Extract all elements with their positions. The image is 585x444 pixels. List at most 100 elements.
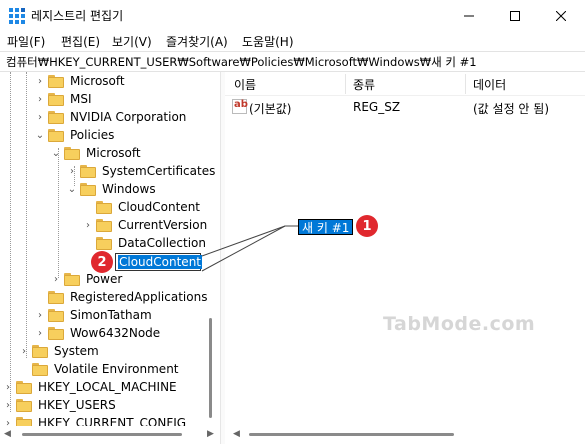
tree-item[interactable]: › CurrentVersion: [0, 217, 220, 235]
folder-icon: [48, 75, 64, 88]
chevron-right-icon[interactable]: ›: [35, 112, 45, 124]
menu-edit[interactable]: 편집(E): [61, 33, 100, 50]
maximize-button[interactable]: [492, 0, 538, 31]
string-value-icon: ab: [232, 99, 248, 114]
table-row[interactable]: ab (기본값) REG_SZ (값 설정 안 됨): [225, 98, 585, 116]
folder-icon: [48, 111, 64, 124]
chevron-down-icon[interactable]: ⌄: [51, 148, 61, 160]
menu-favorites[interactable]: 즐겨찾기(A): [166, 33, 228, 50]
folder-icon: [32, 345, 48, 358]
tree-item[interactable]: ⌄ Microsoft: [0, 145, 220, 163]
tree-item[interactable]: Volatile Environment: [0, 361, 220, 379]
tree-item[interactable]: › HKEY_USERS: [0, 397, 220, 415]
chevron-right-icon[interactable]: ›: [35, 328, 45, 340]
folder-icon: [96, 219, 112, 232]
tree-item[interactable]: RegisteredApplications: [0, 289, 220, 307]
header-divider: [225, 95, 585, 96]
tree-item[interactable]: › HKEY_LOCAL_MACHINE: [0, 379, 220, 397]
tree-vertical-scrollbar[interactable]: [209, 318, 212, 418]
value-data: (값 설정 안 됨): [473, 102, 550, 116]
chevron-right-icon[interactable]: ›: [35, 76, 45, 88]
registry-editor-window: 레지스트리 편집기 파일(F) 편집(E) 보기(V) 즐겨찾기(A) 도움말(…: [0, 0, 585, 444]
column-separator[interactable]: [465, 74, 466, 94]
folder-icon: [96, 201, 112, 214]
chevron-right-icon[interactable]: ›: [19, 346, 29, 358]
close-button[interactable]: [538, 0, 584, 31]
folder-icon: [48, 309, 64, 322]
folder-icon: [48, 291, 64, 304]
tree-item-label: Policies: [70, 128, 115, 142]
folder-icon: [48, 129, 64, 142]
folder-icon: [80, 165, 96, 178]
tree-item-label: Microsoft: [70, 74, 125, 88]
tree-item-label: Volatile Environment: [54, 362, 179, 376]
scrollbar-thumb[interactable]: [22, 433, 182, 436]
menu-help[interactable]: 도움말(H): [242, 33, 294, 50]
column-separator[interactable]: [345, 74, 346, 94]
tree-item-label: DataCollection: [118, 236, 207, 250]
menu-file[interactable]: 파일(F): [7, 33, 45, 50]
tree-item-label: HKEY_USERS: [38, 398, 116, 412]
menu-view[interactable]: 보기(V): [112, 33, 152, 50]
tree-item-label: MSI: [70, 92, 92, 106]
tree-item[interactable]: › Microsoft: [0, 73, 220, 91]
tree-item[interactable]: › MSI: [0, 91, 220, 109]
minimize-icon: [464, 15, 474, 16]
column-header-type[interactable]: 종류: [353, 76, 375, 93]
tree-item[interactable]: › Power: [0, 271, 220, 289]
scrollbar-thumb[interactable]: [249, 433, 454, 436]
tree-item-label: HKEY_LOCAL_MACHINE: [38, 380, 177, 394]
tree-item[interactable]: CloudContent: [0, 199, 220, 217]
chevron-right-icon[interactable]: ›: [67, 166, 77, 178]
tree-horizontal-scrollbar[interactable]: ◀ ▶: [0, 426, 220, 444]
tree-item[interactable]: ⌄ Policies: [0, 127, 220, 145]
title-bar: 레지스트리 편집기: [0, 0, 585, 31]
tree-item-label: Windows: [102, 182, 156, 196]
folder-icon: [96, 237, 112, 250]
window-title: 레지스트리 편집기: [31, 9, 124, 23]
chevron-right-icon[interactable]: ›: [51, 274, 61, 286]
scroll-left-arrow-icon[interactable]: ◀: [233, 429, 240, 439]
registry-editor-icon: [9, 8, 25, 24]
column-header-name[interactable]: 이름: [234, 76, 256, 93]
tree-item[interactable]: › SimonTatham: [0, 307, 220, 325]
watermark: TabMode.com: [383, 313, 536, 335]
tree-item[interactable]: › Wow6432Node: [0, 325, 220, 343]
tree-item-label: Power: [86, 272, 123, 286]
scroll-right-arrow-icon[interactable]: ▶: [207, 429, 214, 439]
chevron-right-icon[interactable]: ›: [83, 220, 93, 232]
tree-item-label: SystemCertificates: [102, 164, 216, 178]
folder-icon: [80, 183, 96, 196]
menu-bar: 파일(F) 편집(E) 보기(V) 즐겨찾기(A) 도움말(H): [0, 31, 585, 51]
tree-item[interactable]: › System: [0, 343, 220, 361]
tree-item-label: CurrentVersion: [118, 218, 208, 232]
scroll-left-arrow-icon[interactable]: ◀: [4, 429, 11, 439]
chevron-down-icon[interactable]: ⌄: [35, 130, 45, 142]
tree-item[interactable]: ⌄ Windows: [0, 181, 220, 199]
tree-item[interactable]: DataCollection: [0, 235, 220, 253]
chevron-right-icon[interactable]: ›: [35, 94, 45, 106]
folder-icon: [64, 273, 80, 286]
close-icon: [556, 10, 566, 21]
tree-item-label: Wow6432Node: [70, 326, 161, 340]
chevron-right-icon[interactable]: ›: [35, 310, 45, 322]
values-list[interactable]: 이름 종류 데이터 ab (기본값) REG_SZ (값 설정 안 됨) ◀: [225, 72, 585, 444]
folder-icon: [48, 327, 64, 340]
tree-item[interactable]: › NVIDIA Corporation: [0, 109, 220, 127]
list-horizontal-scrollbar[interactable]: ◀: [225, 426, 585, 444]
rename-selected-text: CloudContent: [118, 255, 203, 269]
column-header-data[interactable]: 데이터: [473, 76, 506, 93]
tree-item-label: NVIDIA Corporation: [70, 110, 187, 124]
address-bar[interactable]: 컴퓨터₩HKEY_CURRENT_USER₩Software₩Policies₩…: [0, 51, 585, 72]
minimize-button[interactable]: [446, 0, 492, 31]
tree-item[interactable]: › SystemCertificates: [0, 163, 220, 181]
chevron-right-icon[interactable]: ›: [3, 382, 13, 394]
folder-icon: [16, 381, 32, 394]
folder-icon: [16, 399, 32, 412]
tree-item-label: CloudContent: [118, 200, 201, 214]
value-type: REG_SZ: [353, 100, 401, 114]
rename-textbox[interactable]: CloudContent: [115, 253, 203, 271]
chevron-right-icon[interactable]: ›: [3, 400, 13, 412]
chevron-down-icon[interactable]: ⌄: [67, 184, 77, 196]
value-name: (기본값): [249, 102, 292, 116]
